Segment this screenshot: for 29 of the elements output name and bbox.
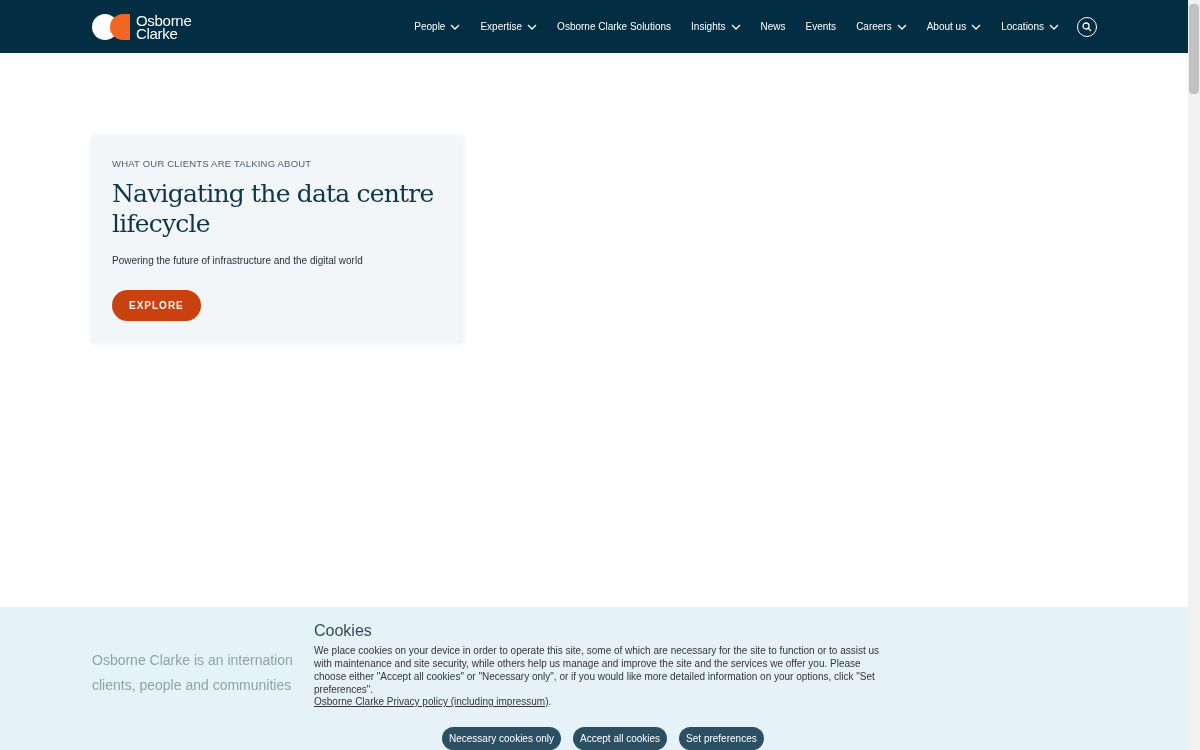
logo-circles-icon	[92, 12, 132, 41]
hero-subtitle: Powering the future of infrastructure and the digital world	[112, 255, 364, 267]
cookie-text: We place cookies on your device in order to operate this site, some of which are necessary for the site to function or to assist us with maintenance and site security, while others help us manage and improve the site and the services we offer you. Please choose either "Accept all cookies" or "Necessary only", or if you would like more detailed information on your options, click "Set preferences".	[314, 644, 881, 696]
explore-button[interactable]: EXPLORE	[112, 290, 201, 322]
cookie-title: Cookies	[314, 622, 373, 640]
logo-text: Osborne	[136, 13, 192, 27]
cookie-button[interactable]: Accept all cookies	[573, 727, 668, 750]
punctuation-text: .	[548, 696, 552, 707]
search-icon	[1082, 21, 1092, 32]
scrollbar-thumb[interactable]	[1189, 4, 1199, 94]
nav-link[interactable]: Events	[805, 21, 837, 33]
intro-text: clients, people and communities	[92, 677, 292, 694]
nav-link[interactable]: News	[760, 21, 786, 33]
scrollbar[interactable]	[1188, 0, 1200, 750]
nav-link[interactable]: Locations	[1001, 21, 1059, 33]
hero-title: Navigating the data centre lifecycle	[112, 179, 435, 240]
nav-link[interactable]: Osborne Clarke Solutions	[557, 21, 672, 33]
logo[interactable]: Osborne Clarke	[92, 12, 192, 41]
nav-link[interactable]: Expertise	[480, 21, 538, 33]
privacy-policy-link[interactable]: Osborne Clarke Privacy policy (including impressum)	[314, 696, 549, 707]
cookie-button[interactable]: Set preferences	[679, 727, 764, 750]
eyebrow-text: WHAT OUR CLIENTS ARE TALKING ABOUT	[112, 158, 313, 170]
nav-link[interactable]: Careers	[856, 21, 907, 33]
nav-link[interactable]: About us	[926, 21, 982, 33]
nav-link[interactable]: Insights	[691, 21, 741, 33]
intro-text: Osborne Clarke is an internation	[92, 652, 293, 669]
cookie-button[interactable]: Necessary cookies only	[442, 727, 562, 750]
nav-link[interactable]: People	[414, 21, 461, 33]
logo-text: Clarke	[136, 26, 178, 40]
